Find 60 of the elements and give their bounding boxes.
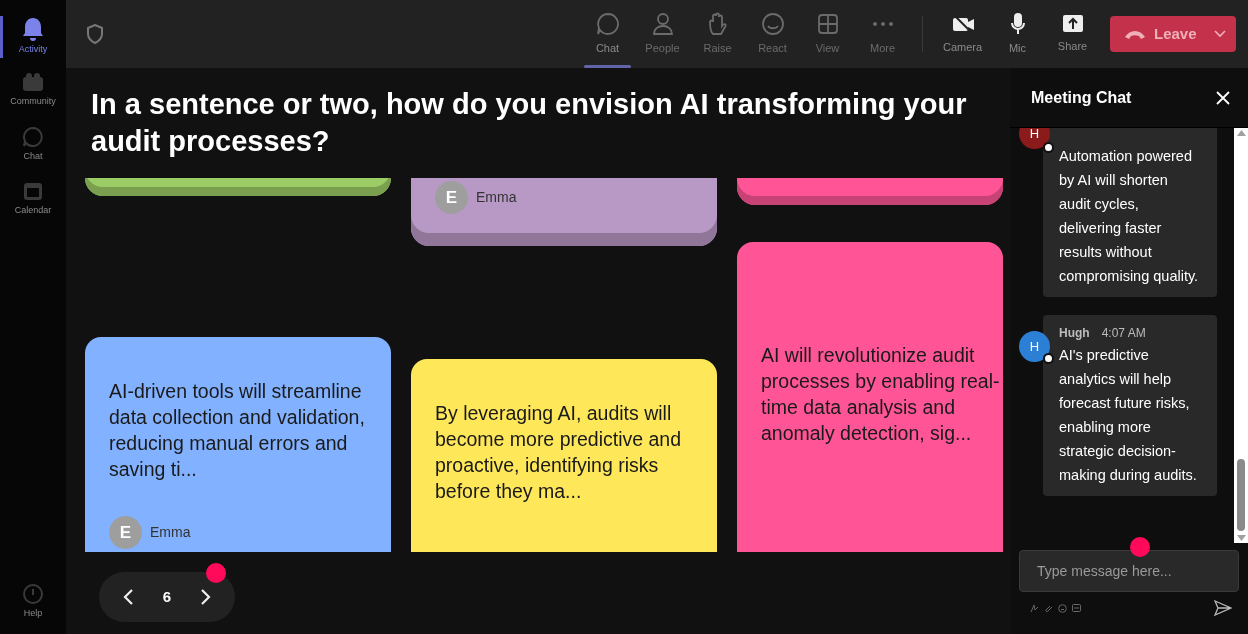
question-title: In a sentence or two, how do you envision AI transforming your audit processes? [90,87,968,159]
note-text: By leveraging AI, audits will become more predictive and proactive, identifying risks before they ma... [435,401,683,504]
send-button[interactable] [1214,600,1232,616]
sidebar-item[interactable]: Activity [0,10,66,64]
help-button[interactable]: Help [22,582,44,620]
toolbar-button[interactable]: Chat [580,0,635,68]
page-number: 6 [162,586,172,607]
author-name: Emma [150,523,191,542]
panel-title: Meeting Chat [1031,87,1132,108]
toolbar-button[interactable]: React [745,0,800,68]
toolbar-button[interactable]: Camera [935,0,990,68]
gif-icon [1072,604,1081,612]
avatar: H [1019,128,1050,149]
next-button[interactable] [200,588,213,606]
sidebar-item[interactable]: Chat [0,118,66,172]
toolbar-button[interactable]: More [855,0,910,68]
sender-name: Hugh [1059,325,1090,341]
phone-icon [1124,29,1146,39]
toolbar-button[interactable]: People [635,0,690,68]
send-icon [1214,600,1232,616]
caret-icon [1214,30,1226,38]
shield-icon [86,24,104,44]
calendar-icon [22,180,44,203]
scroll-up-icon [1236,130,1246,136]
note-text: AI-driven tools will streamline data collection and validation, reducing manual errors and saving ti... [109,379,366,482]
message-text: Automation powered by AI will shorten audit cycles, delivering faster results without compromising quality. [1059,147,1200,286]
bell-icon [22,17,44,42]
help-icon [22,582,44,605]
grid-icon [815,11,840,36]
note-text: AI will revolutionize audit processes by enabling real-time data analysis and anomaly detection, sig... [761,343,1001,446]
sidebar-item[interactable]: Community [0,64,66,118]
paperclip-icon [1044,603,1053,613]
previous-button[interactable] [121,588,134,606]
chevron-left-icon [121,588,134,606]
close-button[interactable] [1216,90,1230,105]
smiley-icon [760,11,785,36]
toolbar-button[interactable]: Share [1045,0,1100,68]
format-icon [1030,603,1039,613]
message-time: 4:07 AM [1101,325,1146,341]
share-screen-icon [1061,13,1084,34]
scrollbar-thumb[interactable] [1237,459,1245,531]
avatar: E [435,181,468,214]
leave-button[interactable]: Leave [1110,16,1236,52]
author-name: Emma [476,188,517,207]
toolbar-button[interactable]: Raise [690,0,745,68]
message-text: AI's predictive analytics will help forecast future risks, enabling more strategic decision-making during audits. [1059,346,1198,485]
person-icon [650,11,675,36]
chat-bubble-icon [22,126,44,149]
close-icon [1216,90,1230,105]
emoji-icon [1058,603,1067,613]
toolbar-button[interactable]: Mic [990,0,1045,68]
sidebar-item[interactable]: Calendar [0,172,66,226]
avatar: E [109,516,142,549]
chevron-right-icon [200,588,213,606]
microphone-icon [1009,11,1026,36]
message-input[interactable]: Type message here... [1019,550,1239,592]
more-icon [872,21,893,26]
chat-bubble-icon [595,11,620,36]
toolbar-button[interactable]: View [800,0,855,68]
scroll-down-icon [1236,535,1246,541]
